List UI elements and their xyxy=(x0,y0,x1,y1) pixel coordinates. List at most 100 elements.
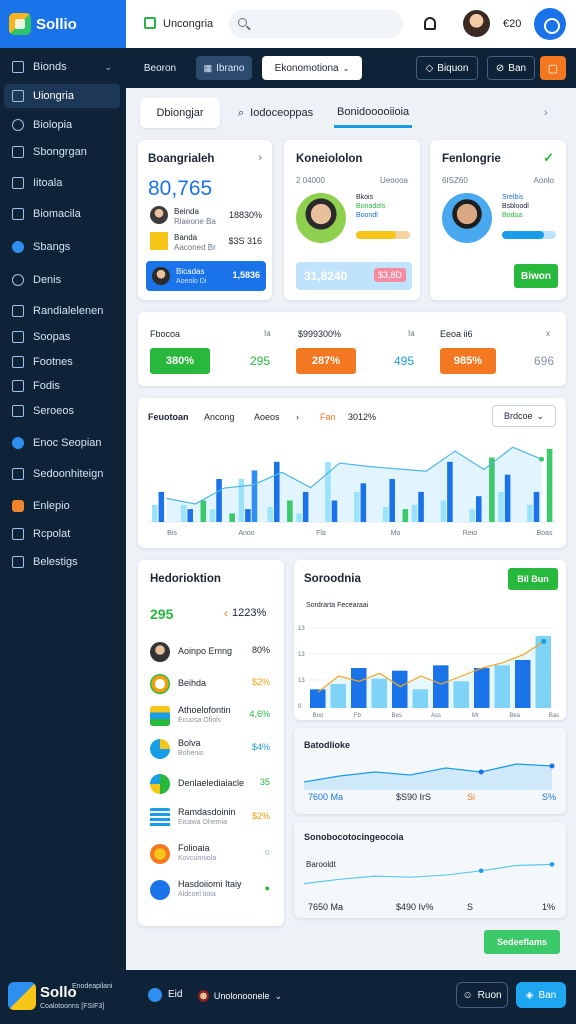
main-content: Dbiongjar ⌕ Iodoceoppas Bonidooooiioia › … xyxy=(126,88,576,970)
footer-primary-button[interactable]: ◈ Ban xyxy=(516,982,566,1008)
sidebar-item-1[interactable]: Uiongria xyxy=(4,84,120,108)
tab-next[interactable]: › xyxy=(544,98,548,128)
bar-3 xyxy=(371,678,387,708)
bar-line-card: Soroodnia Bil Bun Sordrarta Fecearaai 13… xyxy=(294,560,566,720)
brand[interactable]: Sollio xyxy=(0,0,126,48)
bar-line-chart: 13 13 13 0 Boo Fb Bes Ass Mr Bea Bas xyxy=(298,626,559,718)
toolbar-plain-button[interactable]: Beoron xyxy=(134,56,186,80)
profile-action-button[interactable]: Biwon xyxy=(514,264,558,288)
kpi-strip: Fbocoa Ia 380% 295 $999300% Ia 287% 495 … xyxy=(138,312,566,386)
area-card: Batodlioke 7600 Ma $S90 IrS Si S% xyxy=(294,728,566,814)
chevron-right-icon[interactable]: › xyxy=(258,152,262,164)
list-item[interactable]: Folioaia Kovcunniola ○ xyxy=(148,840,274,870)
area-point xyxy=(478,769,484,775)
bar-s1-7 xyxy=(360,483,367,522)
tab-active[interactable]: Bonidooooiioia xyxy=(334,98,413,128)
summary-card: Boangrialeh › 80,765 Beinda Rlaeone Ba 1… xyxy=(138,140,272,300)
line-card: Sonobocotocingeocoia Barooldt 7650 Ma $4… xyxy=(294,822,566,918)
chart-icon xyxy=(12,177,24,189)
bar-s1-13 xyxy=(533,491,540,522)
line-chart xyxy=(303,862,555,885)
sidebar-item-7[interactable]: Denis xyxy=(4,268,120,292)
sidebar-item-10[interactable]: Footnes xyxy=(4,350,120,374)
person-icon xyxy=(12,528,24,540)
bar-s0-5 xyxy=(296,513,302,522)
profile-stat-bar[interactable]: 31,8240 $3,8D xyxy=(296,262,412,290)
search-icon: ⌕ xyxy=(238,106,245,119)
sidebar-item-15[interactable]: Enlepio xyxy=(4,494,120,518)
bar-s0-10 xyxy=(440,500,447,522)
bar-s0-13 xyxy=(527,504,533,522)
search-input[interactable] xyxy=(229,10,403,38)
profile-button[interactable] xyxy=(534,8,566,40)
sidebar-item-2[interactable]: Biolopia xyxy=(4,113,120,137)
sidebar-item-12[interactable]: Seroeos xyxy=(4,399,120,423)
x-tick-label: Bes xyxy=(391,713,401,718)
sidebar-item-8[interactable]: Randialelenen xyxy=(4,299,120,323)
users-icon xyxy=(12,119,24,131)
kpi-pill-0[interactable]: 380% xyxy=(150,348,210,374)
list-item[interactable]: Denlaelediaiacle 35 xyxy=(148,770,274,800)
list-item[interactable]: Hasdoiiomi Itaiy Aldcoel tioia ● xyxy=(148,876,274,906)
progress-fill xyxy=(502,231,544,239)
list-item[interactable]: Athoelofontin Ecuosa Ofiols 4,6% xyxy=(148,702,274,732)
toolbar-filter-button[interactable]: ◇ Biquon xyxy=(416,56,478,80)
toolbar-ghost-button[interactable]: ▦ Ibrano xyxy=(196,56,252,80)
grid-small-icon: ▦ xyxy=(203,62,213,73)
list-kpi-1: 295 xyxy=(150,606,174,622)
bar-s1-0 xyxy=(158,491,165,522)
sidebar-item-13[interactable]: Enoc Seopian xyxy=(4,431,120,455)
list-item[interactable]: Bolva Bohenio $4% xyxy=(148,735,274,765)
x-tick-label: Mo xyxy=(391,530,401,537)
main-chart: Bis Anoo Fla Mo Reio Boas xyxy=(148,446,556,537)
x-tick-label: Boo xyxy=(313,713,324,718)
sidebar-item-0[interactable]: Bionds ⌄ xyxy=(4,55,120,79)
kpi-pill-1[interactable]: 287% xyxy=(296,348,356,374)
sidebar-item-11[interactable]: Fodis xyxy=(4,374,120,398)
avatar xyxy=(198,990,209,1002)
document-icon xyxy=(150,808,170,828)
sidebar-item-16[interactable]: Rcpolat xyxy=(4,522,120,546)
x-tick-label: Ass xyxy=(431,713,441,718)
highlight-row[interactable]: Bicadas Aoeolo Di 1,5836 xyxy=(146,261,266,291)
action-button[interactable]: Sedeeflams xyxy=(484,930,560,954)
sidebar-item-9[interactable]: Soopas xyxy=(4,325,120,349)
list-item[interactable]: Ramdasdoinin Eicawa Ohemia $2% xyxy=(148,804,274,834)
brand-name: Sollio xyxy=(36,15,77,33)
toolbar-dropdown[interactable]: Ekonomotiona ⌄ xyxy=(262,56,362,80)
chevron-down-icon: ⌄ xyxy=(274,990,282,1001)
progress-fill xyxy=(356,231,396,239)
chart-range-dropdown[interactable]: Brdcoe ⌄ xyxy=(492,405,556,427)
sidebar-item-6[interactable]: Sbangs xyxy=(4,235,120,259)
smile-icon: ☺ xyxy=(462,989,473,1001)
footer-secondary-button[interactable]: ☺ Ruon xyxy=(456,982,508,1008)
bottom-bar: Sollo Enodeapilani Coalotoonns [FSIF3] E… xyxy=(0,970,576,1024)
bar-s1-4 xyxy=(273,461,280,522)
toolbar-share-button[interactable]: ⊘ Ban xyxy=(487,56,535,80)
summary-big-number: 80,765 xyxy=(148,177,213,200)
area-point xyxy=(549,763,555,769)
y-tick-label: 13 xyxy=(298,678,305,684)
bar-s0-1 xyxy=(180,504,187,522)
sidebar-item-17[interactable]: Belestigs xyxy=(4,550,120,574)
list-card-title: Hedorioktion xyxy=(150,573,221,585)
kpi-pill-2[interactable]: 985% xyxy=(440,348,496,374)
list-item[interactable]: Aoinpo Emng 80% xyxy=(148,638,274,668)
line-series xyxy=(303,863,553,885)
bar-line-button[interactable]: Bil Bun xyxy=(508,568,558,590)
bar-s1-6 xyxy=(331,500,338,522)
user-menu[interactable]: Unolonoonele ⌄ xyxy=(198,987,282,1005)
bell-icon[interactable] xyxy=(424,17,436,30)
avatar[interactable] xyxy=(463,10,490,37)
wheel-icon xyxy=(150,774,170,794)
sidebar-item-4[interactable]: Iitoala xyxy=(4,171,120,195)
sidebar-item-3[interactable]: Sbongrgan xyxy=(4,140,120,164)
tab-overview[interactable]: Dbiongjar xyxy=(140,98,220,128)
list-item[interactable]: Beihda $2% xyxy=(148,670,274,700)
tab-search[interactable]: ⌕ Iodoceoppas xyxy=(238,98,313,128)
tab-bar: Dbiongjar ⌕ Iodoceoppas Bonidooooiioia › xyxy=(138,98,564,130)
sidebar-item-14[interactable]: Sedoonhiteign xyxy=(4,462,120,486)
sidebar-item-5[interactable]: Biomacila xyxy=(4,202,120,226)
bar-2 xyxy=(351,668,367,708)
toolbar-orange-button[interactable]: ▢ xyxy=(540,56,566,80)
